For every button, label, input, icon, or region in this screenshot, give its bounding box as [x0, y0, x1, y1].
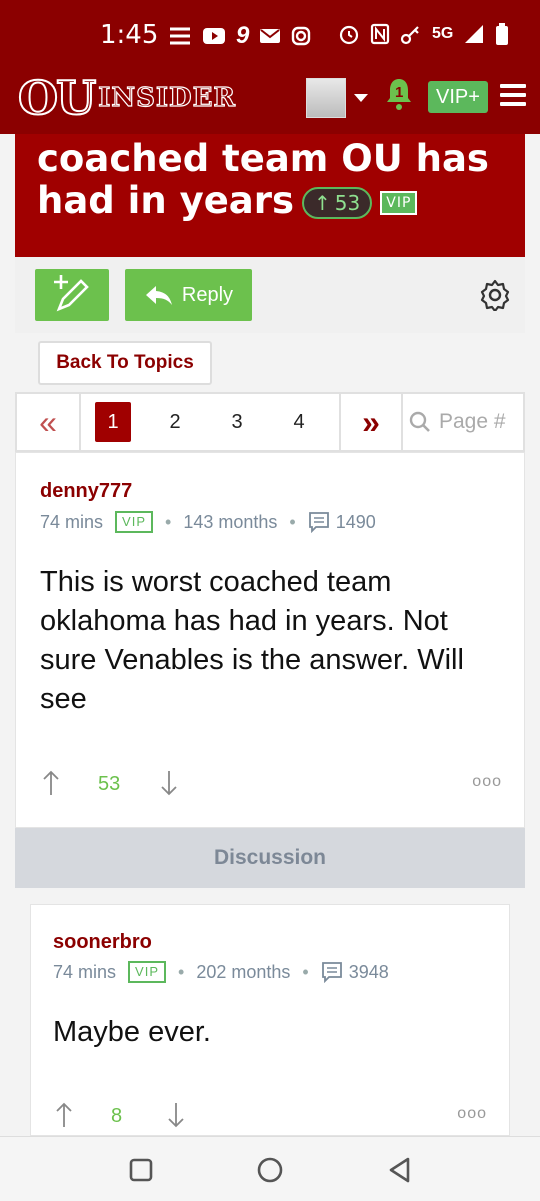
pagination: « 1 2 3 4 » Page # [15, 392, 525, 452]
separator-dot: • [165, 511, 172, 532]
arrow-up-icon: ↑ [314, 190, 331, 215]
post-actions: 53 ooo [40, 769, 502, 799]
nfc-icon [370, 23, 390, 45]
thread-title-text: This is the worst coached team OU has ha… [37, 134, 489, 222]
reply-post-count: 3948 [348, 961, 389, 982]
battery-icon [496, 23, 509, 45]
next-page-icon[interactable]: » [339, 394, 403, 450]
system-icons: 5G [338, 22, 509, 46]
post-username[interactable]: denny777 [40, 480, 132, 503]
new-topic-button[interactable] [35, 269, 109, 321]
search-icon [409, 411, 430, 432]
gear-icon[interactable] [479, 279, 511, 313]
comment-icon [308, 512, 329, 533]
downvote-icon[interactable] [165, 1101, 187, 1129]
post-meta: 74 mins VIP • 143 months • 1490 [40, 511, 376, 533]
post-tenure: 143 months [183, 511, 278, 532]
first-page-icon[interactable]: « [17, 394, 81, 450]
reply-button[interactable]: Reply [125, 269, 252, 321]
page-jump-placeholder: Page # [439, 410, 506, 433]
alarm-icon [339, 25, 359, 45]
instagram-icon [292, 26, 311, 46]
home-circle-icon[interactable] [256, 1156, 284, 1184]
reply-meta: 74 mins VIP • 202 months • 3948 [53, 961, 389, 983]
reply-vote-count: 8 [111, 1105, 123, 1127]
menu-icon[interactable] [500, 84, 526, 108]
post-count-group: 1490 [308, 511, 376, 533]
pencil-plus-icon [54, 275, 89, 312]
back-to-topics-button[interactable]: Back To Topics [38, 341, 212, 385]
reply-username[interactable]: soonerbro [53, 931, 152, 954]
thread-vip-tag: VIP [380, 190, 418, 215]
reply-button-label: Reply [181, 283, 234, 306]
logo-ou-text: OU [17, 70, 97, 126]
upvote-icon[interactable] [53, 1101, 75, 1129]
page-1[interactable]: 1 [95, 402, 131, 442]
reply-count-group: 3948 [321, 961, 389, 983]
vip-plus-button[interactable]: VIP+ [428, 81, 488, 113]
original-post: denny777 74 mins VIP • 143 months • 1490… [15, 452, 525, 828]
comment-icon [321, 962, 342, 983]
page-jump-input[interactable]: Page # [409, 404, 519, 440]
youtube-icon [203, 28, 225, 44]
status-time: 1:45 [100, 20, 159, 50]
thread-votes-badge: ↑ 53 [302, 186, 373, 219]
reply-arrow-icon [145, 286, 172, 305]
more-options-icon[interactable]: ooo [472, 773, 502, 791]
back-triangle-icon[interactable] [386, 1156, 414, 1184]
key-icon [400, 26, 419, 45]
top-navbar: OU INSIDER 1 VIP+ [0, 64, 540, 134]
thread-title: This is the worst coached team OU has ha… [37, 134, 517, 222]
page-4[interactable]: 4 [281, 402, 317, 442]
post-vote-count: 53 [98, 773, 121, 795]
thread-toolbar: Reply [15, 257, 525, 333]
nine-icon: 9 [236, 22, 250, 49]
notifications-bell-icon[interactable]: 1 [384, 76, 414, 114]
network-label: 5G [432, 25, 454, 42]
reply-body: Maybe ever. [53, 1016, 211, 1048]
reply-actions: 8 ooo [53, 1101, 487, 1131]
post-body: This is worst coached team oklahoma has … [40, 566, 464, 715]
reply-post: soonerbro 74 mins VIP • 202 months • 394… [30, 904, 510, 1136]
more-options-icon[interactable]: ooo [457, 1105, 487, 1123]
logo-insider-text: INSIDER [98, 82, 237, 113]
page-2[interactable]: 2 [157, 402, 193, 442]
status-bar: 1:45 9 5G [0, 0, 540, 64]
mail-icon [260, 29, 281, 43]
notification-icons: 9 [168, 22, 311, 50]
signal-icon [465, 25, 484, 43]
discussion-header: Discussion [15, 828, 525, 888]
post-time: 74 mins [40, 511, 104, 532]
system-navigation-bar [0, 1136, 540, 1201]
notification-count: 1 [395, 84, 404, 101]
reply-vip-badge: VIP [128, 961, 166, 983]
downvote-icon[interactable] [158, 769, 180, 797]
separator-dot: • [289, 511, 296, 532]
reply-time: 74 mins [53, 961, 117, 982]
thread-title-box: This is the worst coached team OU has ha… [15, 134, 525, 257]
thread-votes-count: 53 [334, 190, 361, 215]
separator-dot: • [302, 961, 309, 982]
post-vip-badge: VIP [115, 511, 153, 533]
chevron-down-icon[interactable] [354, 94, 368, 102]
user-avatar[interactable] [306, 78, 346, 118]
ou-insider-logo[interactable]: OU INSIDER [17, 70, 237, 126]
page-3[interactable]: 3 [219, 402, 255, 442]
reply-tenure: 202 months [196, 961, 291, 982]
upvote-icon[interactable] [40, 769, 62, 797]
recents-square-icon[interactable] [128, 1157, 154, 1183]
separator-dot: • [178, 961, 185, 982]
app-icon [170, 27, 190, 45]
post-count: 1490 [335, 511, 376, 532]
